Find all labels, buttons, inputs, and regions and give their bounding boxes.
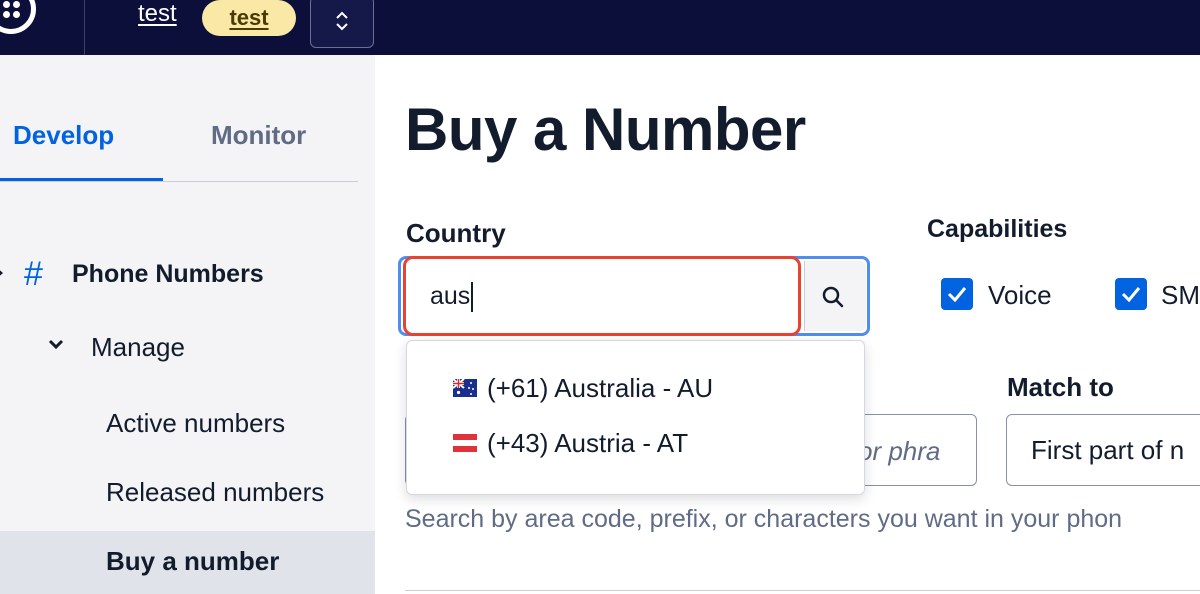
top-bar: test test [0, 0, 1200, 55]
caret-right-icon[interactable] [0, 267, 3, 279]
country-label: Country [406, 218, 506, 248]
chevron-down-icon[interactable] [47, 338, 65, 350]
sidebar-section-phone-numbers[interactable]: Phone Numbers [72, 260, 264, 289]
country-option-australia[interactable]: (+61) Australia - AU [453, 373, 713, 413]
search-help-text: Search by area code, prefix, or characte… [405, 505, 1123, 533]
country-search-input[interactable]: aus [403, 256, 801, 336]
sidebar-group-manage[interactable]: Manage [91, 332, 185, 363]
tab-develop[interactable]: Develop [13, 120, 114, 151]
topbar-divider [84, 0, 85, 55]
check-icon [947, 287, 967, 303]
match-to-label: Match to [1007, 372, 1114, 402]
voice-checkbox[interactable] [941, 278, 973, 310]
tab-divider [0, 181, 358, 182]
check-icon [1121, 287, 1141, 303]
country-option-label: (+61) Australia - AU [487, 373, 714, 403]
sidebar: Develop Monitor # Phone Numbers Manage A… [0, 55, 375, 594]
page-title: Buy a Number [405, 96, 806, 163]
austria-flag-icon [453, 434, 477, 453]
country-dropdown: (+61) Australia - AU (+43) Austria - AT [406, 340, 865, 495]
chevron-up-down-icon [336, 11, 348, 31]
country-option-label: (+43) Austria - AT [487, 428, 689, 458]
account-badge[interactable]: test [202, 0, 296, 36]
text-cursor [471, 282, 474, 313]
twilio-logo-icon[interactable] [0, 0, 36, 34]
sms-checkbox[interactable] [1115, 278, 1147, 310]
number-contains-placeholder: or phra [858, 436, 941, 466]
sms-checkbox-label[interactable]: SM [1161, 280, 1200, 311]
country-option-austria[interactable]: (+43) Austria - AT [453, 428, 688, 468]
section-divider [405, 590, 1200, 591]
search-icon [822, 286, 844, 308]
sidebar-item-buy-a-number[interactable]: Buy a number [106, 546, 279, 577]
account-switcher-button[interactable] [310, 0, 374, 48]
australia-flag-icon [453, 379, 477, 398]
sidebar-item-released-numbers[interactable]: Released numbers [106, 477, 324, 508]
capabilities-label: Capabilities [927, 215, 1068, 243]
sidebar-item-active-numbers[interactable]: Active numbers [106, 408, 285, 439]
voice-checkbox-label[interactable]: Voice [988, 280, 1052, 311]
country-search-value: aus [430, 282, 471, 310]
match-to-select[interactable]: First part of n [1006, 414, 1200, 486]
account-name[interactable]: test [138, 0, 177, 28]
tab-monitor[interactable]: Monitor [211, 120, 306, 151]
country-search-button[interactable] [804, 261, 866, 331]
hash-icon: # [24, 255, 43, 293]
